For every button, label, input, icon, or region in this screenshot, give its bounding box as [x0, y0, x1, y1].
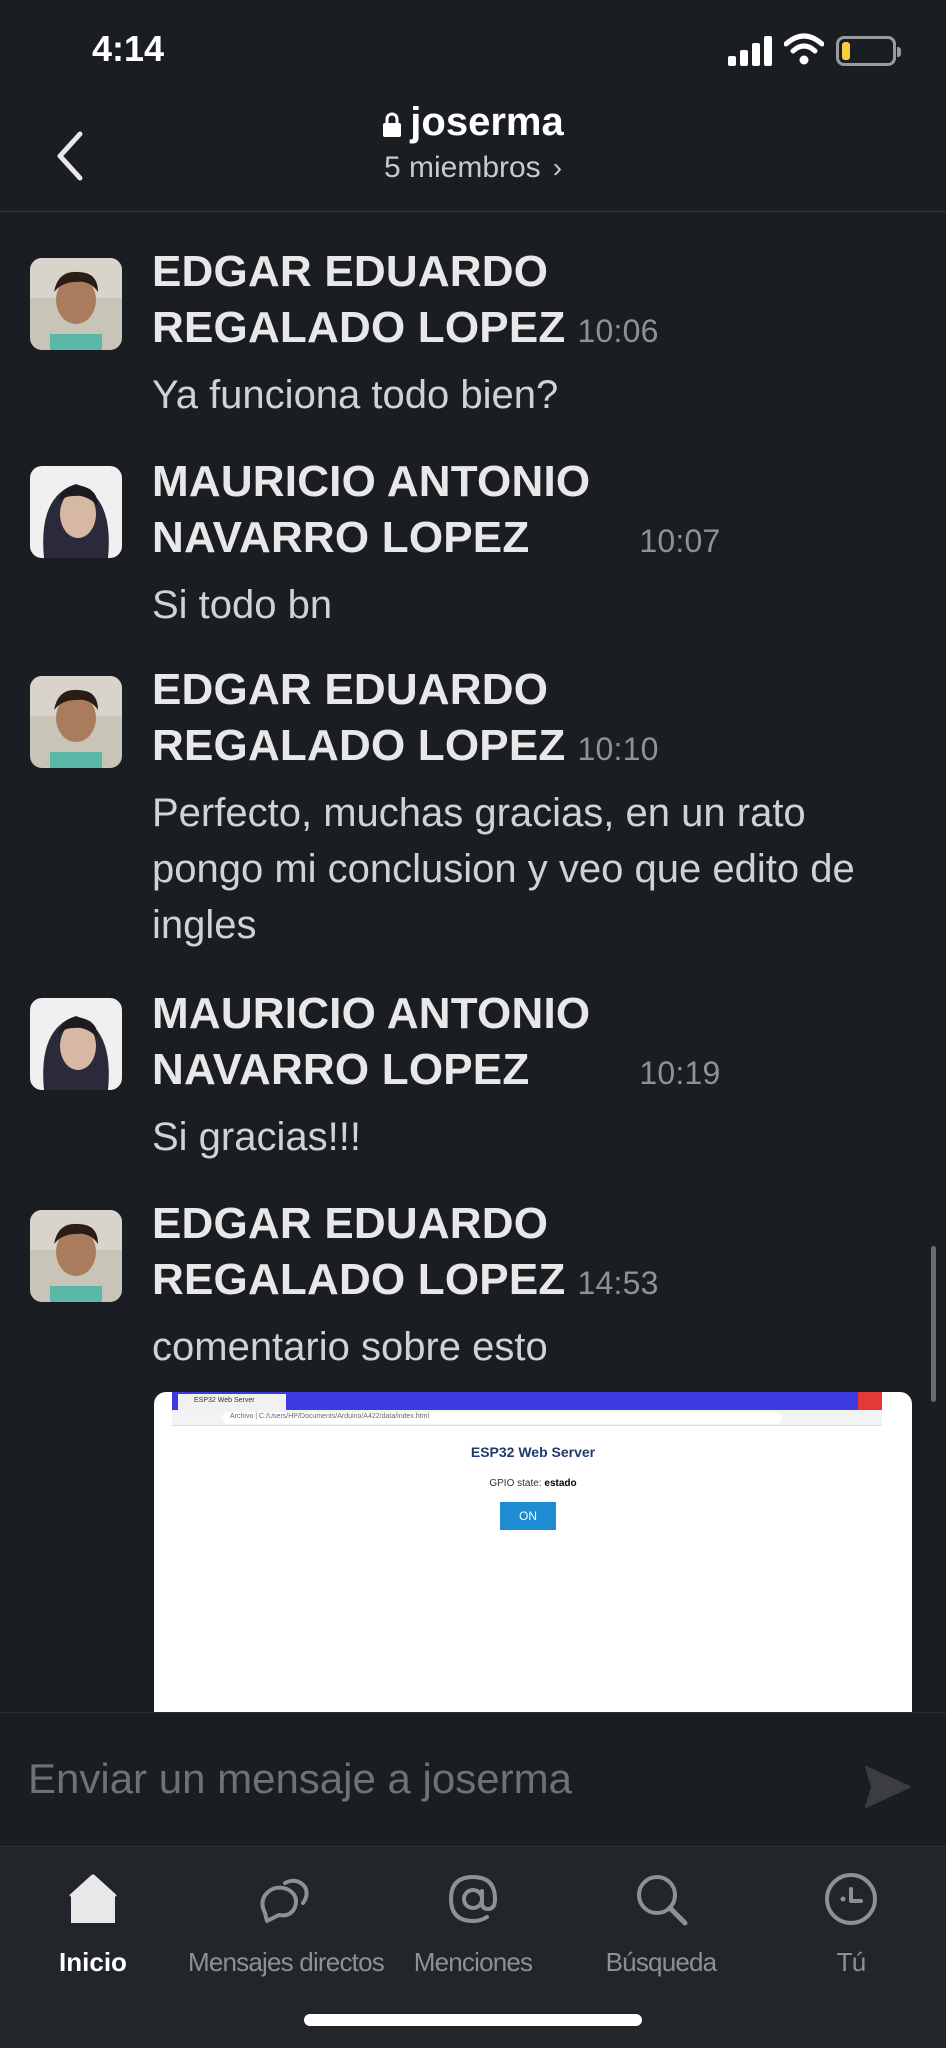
browser-url-bar: Archivo | C:/Users/HP/Documents/Arduino/…: [172, 1410, 882, 1426]
browser-url: Archivo | C:/Users/HP/Documents/Arduino/…: [222, 1412, 782, 1424]
message-text: Si todo bn: [152, 583, 333, 627]
tab-search[interactable]: Búsqueda: [566, 1869, 756, 1978]
image-attachment[interactable]: ESP32 Web Server Archivo | C:/Users/HP/D…: [154, 1392, 912, 1712]
message-composer[interactable]: Enviar un mensaje a joserma: [0, 1712, 946, 1846]
avatar-mauricio[interactable]: [30, 466, 122, 558]
chevron-right-icon: ›: [552, 152, 563, 183]
message-author[interactable]: EDGAR EDUARDO REGALADO LOPEZ 10:06: [152, 244, 912, 359]
message-author[interactable]: MAURICIO ANTONIO NAVARRO LOPEZ 10:19: [152, 986, 912, 1101]
tab-mentions[interactable]: Menciones: [378, 1869, 568, 1978]
message-author[interactable]: EDGAR EDUARDO REGALADO LOPEZ 10:10: [152, 662, 912, 777]
message-input[interactable]: Enviar un mensaje a joserma: [28, 1755, 572, 1803]
avatar-edgar[interactable]: [30, 258, 122, 350]
message-time: 14:53: [577, 1265, 659, 1301]
message-author[interactable]: MAURICIO ANTONIO NAVARRO LOPEZ 10:07: [152, 454, 912, 569]
browser-tab: ESP32 Web Server: [178, 1394, 286, 1410]
channel-header: joserma 5 miembros ›: [0, 100, 946, 212]
tab-home[interactable]: Inicio: [0, 1869, 188, 1978]
avatar-edgar[interactable]: [30, 1210, 122, 1302]
message-time: 10:10: [577, 731, 659, 767]
home-icon: [69, 1874, 117, 1923]
members-link[interactable]: 5 miembros ›: [0, 151, 946, 185]
message-text: comentario sobre esto: [152, 1325, 548, 1369]
lock-icon: [383, 112, 402, 137]
search-icon: [637, 1875, 688, 1926]
channel-name: joserma: [410, 100, 564, 144]
channel-title[interactable]: joserma 5 miembros ›: [0, 100, 946, 185]
battery-icon: [836, 36, 901, 66]
status-time: 4:14: [92, 28, 165, 69]
tab-label: Mensajes directos: [188, 1947, 385, 1977]
avatar-mauricio[interactable]: [30, 998, 122, 1090]
browser-tab-bar: ESP32 Web Server: [172, 1392, 882, 1410]
browser-close-icon: [858, 1392, 882, 1410]
tab-label: Menciones: [413, 1947, 533, 1977]
tab-label: Tú: [836, 1947, 867, 1977]
on-button: ON: [500, 1502, 556, 1530]
cellular-signal-icon: [728, 36, 772, 66]
tab-label: Inicio: [59, 1947, 127, 1977]
profile-icon: [825, 1873, 877, 1925]
message-time: 10:06: [577, 313, 659, 349]
gpio-state: GPIO state: estado: [489, 1478, 577, 1489]
message-time: 10:19: [639, 1055, 721, 1091]
tab-you[interactable]: Tú: [756, 1869, 946, 1978]
status-bar: 4:14: [0, 0, 946, 100]
home-indicator[interactable]: [304, 2014, 642, 2026]
battery-level: [842, 42, 850, 60]
at-sign-icon: [448, 1874, 498, 1924]
tab-direct-messages[interactable]: Mensajes directos: [188, 1869, 385, 1978]
tab-label: Búsqueda: [605, 1947, 718, 1977]
message-text: Perfecto, muchas gracias, en un rato pon…: [152, 791, 855, 947]
message-text: Ya funciona todo bien?: [152, 373, 559, 417]
wifi-icon: [784, 33, 824, 65]
scrollbar[interactable]: [931, 1246, 936, 1402]
message-text: Si gracias!!!: [152, 1115, 361, 1159]
message-time: 10:07: [639, 523, 721, 559]
web-page-title: ESP32 Web Server: [470, 1444, 596, 1460]
avatar-edgar[interactable]: [30, 676, 122, 768]
direct-messages-icon: [260, 1878, 309, 1923]
message-author[interactable]: EDGAR EDUARDO REGALADO LOPEZ 14:53: [152, 1196, 912, 1311]
send-icon[interactable]: [864, 1765, 912, 1809]
members-count: 5 miembros: [383, 151, 541, 184]
